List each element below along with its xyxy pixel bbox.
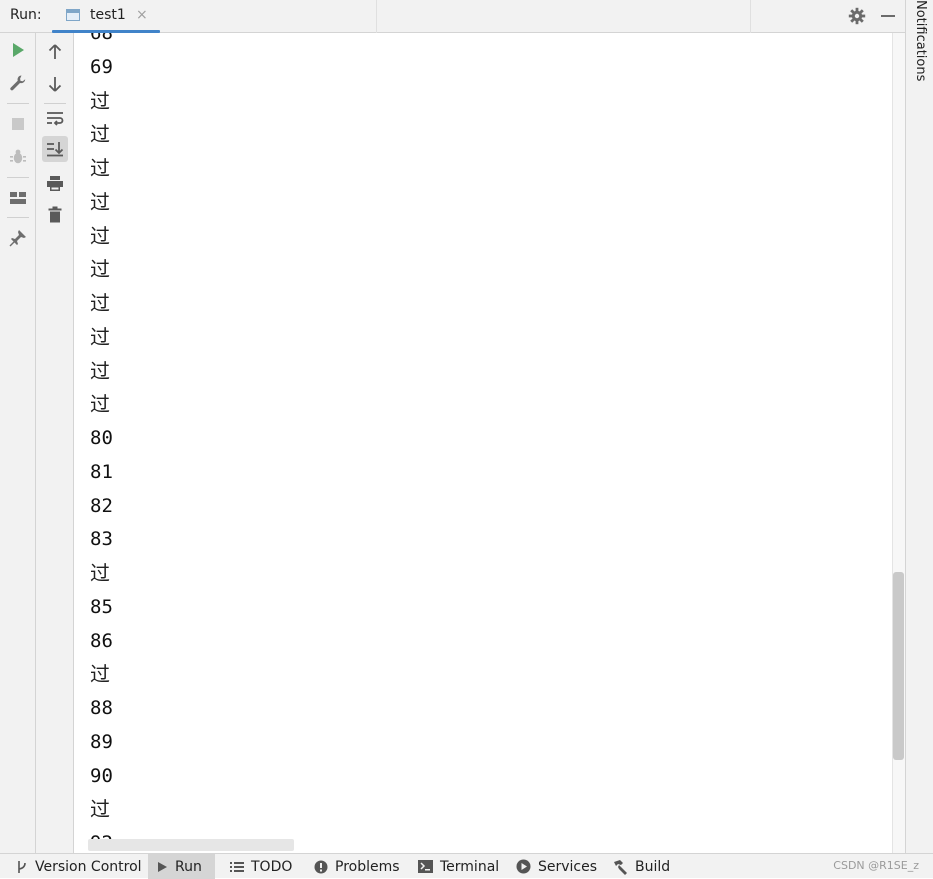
- tab-test1[interactable]: test1 ×: [52, 0, 160, 33]
- version-control-tab[interactable]: Version Control: [8, 854, 150, 879]
- build-tab[interactable]: Build: [604, 854, 678, 879]
- run-actions-toolbar: [0, 33, 36, 853]
- console-line: 86: [90, 629, 113, 652]
- toolbar-separator: [7, 217, 29, 218]
- version-control-label: Version Control: [35, 858, 142, 875]
- console-line: 过: [90, 662, 110, 687]
- vertical-scrollbar-thumb[interactable]: [893, 572, 904, 760]
- console-line: 过: [90, 156, 110, 180]
- terminal-tab[interactable]: Terminal: [410, 854, 507, 879]
- wrench-icon[interactable]: [5, 70, 31, 96]
- list-icon: [230, 861, 244, 873]
- console-tab-icon: [66, 9, 80, 21]
- console-line: 82: [90, 494, 113, 517]
- console-line: 88: [90, 697, 113, 719]
- terminal-label: Terminal: [440, 858, 500, 875]
- run-tab[interactable]: Run: [148, 854, 215, 879]
- soft-wrap-icon[interactable]: [42, 105, 68, 131]
- toolbar-separator: [7, 103, 29, 104]
- problems-label: Problems: [335, 858, 400, 875]
- header-divider: [750, 0, 751, 33]
- watermark-text: CSDN @R1SE_z: [833, 859, 919, 872]
- console-line: 过: [90, 324, 110, 349]
- console-line: 80: [90, 427, 113, 449]
- up-arrow-icon[interactable]: [42, 39, 68, 65]
- print-icon[interactable]: [42, 170, 68, 196]
- services-label: Services: [538, 858, 598, 875]
- problems-icon: [314, 860, 328, 874]
- trash-icon[interactable]: [42, 201, 68, 227]
- horizontal-scrollbar[interactable]: [88, 839, 294, 851]
- console-line: 过: [90, 291, 110, 315]
- todo-tab[interactable]: TODO: [222, 854, 300, 879]
- toolbar-separator: [7, 177, 29, 178]
- run-label: Run:: [10, 7, 42, 23]
- console-line: 过: [90, 223, 110, 248]
- console-line: 过: [90, 122, 110, 147]
- console-line: 过: [90, 561, 110, 585]
- tool-window-bar: Version Control Run TODO Problems Termin…: [0, 853, 933, 879]
- hammer-icon: [612, 859, 628, 875]
- console-line: 69: [90, 55, 113, 78]
- tab-close-button[interactable]: ×: [136, 7, 148, 23]
- layout-icon[interactable]: [5, 185, 31, 211]
- build-label: Build: [635, 858, 671, 875]
- gear-icon[interactable]: [846, 5, 868, 27]
- console-output[interactable]: 6869过过过过过过过过过过80818283过8586过888990过92: [74, 33, 892, 853]
- rerun-icon[interactable]: [5, 37, 31, 63]
- right-tool-strip: Notifications: [905, 0, 933, 853]
- run-tab-label: Run: [175, 858, 202, 875]
- console-line: 90: [90, 764, 113, 787]
- tab-title: test1: [90, 7, 126, 23]
- console-line: 过: [90, 797, 110, 822]
- console-actions-toolbar: [36, 33, 74, 853]
- toolbar-separator: [44, 103, 66, 104]
- minimize-icon[interactable]: [877, 5, 899, 27]
- run-icon: [156, 861, 168, 873]
- console-line: 过: [90, 358, 110, 383]
- notifications-tab[interactable]: Notifications: [913, 0, 928, 81]
- down-arrow-icon[interactable]: [42, 71, 68, 97]
- problems-tab[interactable]: Problems: [306, 854, 408, 879]
- console-line: 81: [90, 460, 113, 483]
- console-line: 68: [90, 33, 113, 44]
- debug-icon[interactable]: [5, 144, 31, 170]
- console-line: 83: [90, 528, 113, 551]
- console-line: 89: [90, 730, 113, 753]
- console-line: 过: [90, 88, 110, 113]
- console-line: 过: [90, 392, 110, 417]
- terminal-icon: [418, 860, 433, 873]
- pin-icon[interactable]: [5, 225, 31, 251]
- services-tab[interactable]: Services: [508, 854, 605, 879]
- header-divider: [376, 0, 377, 33]
- stop-icon[interactable]: [5, 111, 31, 137]
- scroll-to-end-icon[interactable]: [42, 136, 68, 162]
- services-icon: [516, 859, 531, 874]
- console-line: 85: [90, 595, 113, 618]
- run-tool-window-header: Run: test1 ×: [0, 0, 905, 33]
- console-line: 过: [90, 189, 110, 214]
- todo-label: TODO: [251, 858, 293, 875]
- branch-icon: [16, 860, 28, 874]
- console-line: 过: [90, 257, 110, 282]
